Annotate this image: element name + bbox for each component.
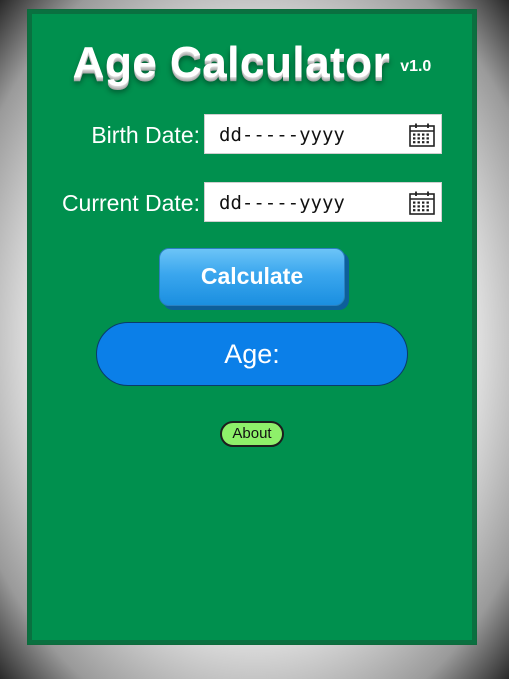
- birth-date-row: Birth Date: dd-----yyyy: [32, 114, 472, 156]
- app-version: v1.0: [400, 58, 432, 75]
- about-button[interactable]: About: [220, 421, 284, 447]
- current-date-label: Current Date:: [61, 190, 200, 216]
- calculate-button[interactable]: Calculate: [159, 248, 345, 306]
- current-date-value: dd-----yyyy: [219, 192, 345, 214]
- calculator-panel: Age Calculator v1.0 Birth Date: dd-----yy…: [28, 10, 476, 644]
- app-title: Age Calculator: [72, 38, 391, 87]
- birth-date-value: dd-----yyyy: [219, 124, 345, 146]
- current-date-row: Current Date: dd-----yyyy: [32, 182, 472, 224]
- current-date-input[interactable]: dd-----yyyy: [204, 182, 442, 222]
- age-result-display: Age:: [96, 322, 408, 386]
- header: Age Calculator v1.0: [32, 38, 472, 88]
- birth-date-label: Birth Date:: [91, 122, 200, 148]
- calendar-icon[interactable]: [409, 123, 435, 147]
- birth-date-input[interactable]: dd-----yyyy: [204, 114, 442, 154]
- calendar-icon[interactable]: [409, 191, 435, 215]
